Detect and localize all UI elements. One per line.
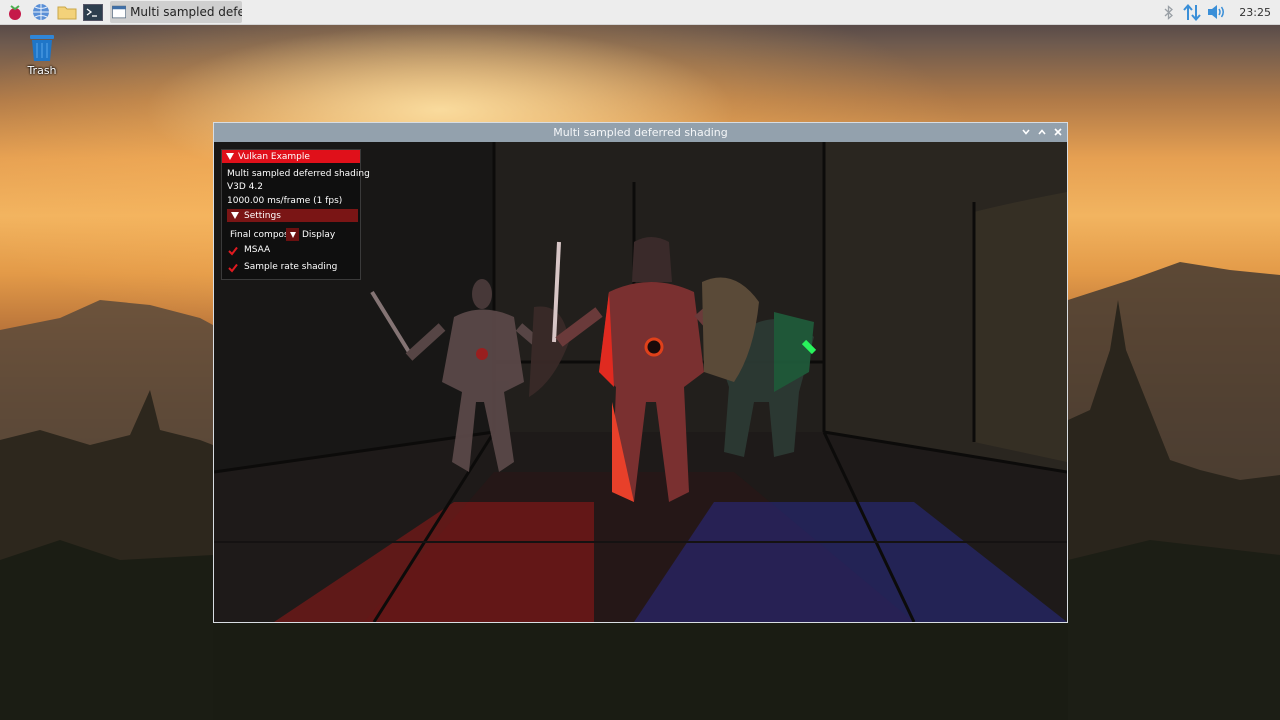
minimize-button[interactable]: [1020, 126, 1032, 138]
trash-label: Trash: [27, 64, 57, 77]
combo-dropdown-button[interactable]: [286, 228, 299, 241]
frame-time: 1000.00 ms/frame (1 fps): [227, 196, 343, 206]
clock[interactable]: 23:25: [1239, 6, 1271, 19]
volume-icon[interactable]: [1205, 4, 1229, 20]
checkmark-icon: [228, 246, 238, 256]
network-updown-icon[interactable]: [1179, 3, 1205, 21]
system-tray: 23:25: [1159, 0, 1280, 24]
render-viewport[interactable]: Vulkan Example Multi sampled deferred sh…: [214, 142, 1067, 622]
combo-value: Display: [302, 229, 336, 240]
overlay-header[interactable]: Vulkan Example: [222, 150, 360, 163]
app-window[interactable]: Multi sampled deferred shading Vulkan Ex…: [213, 122, 1068, 623]
close-icon: [1054, 128, 1062, 136]
chevron-down-icon: [289, 231, 296, 238]
settings-label: Settings: [244, 210, 281, 221]
window-titlebar[interactable]: Multi sampled deferred shading: [214, 123, 1067, 142]
app-window-icon: [112, 5, 127, 19]
msaa-label: MSAA: [244, 245, 271, 255]
taskbar: Multi sampled deferre... 23:25: [0, 0, 1280, 25]
bluetooth-icon[interactable]: [1159, 4, 1179, 20]
settings-section-header[interactable]: Settings: [227, 209, 358, 222]
checkmark-icon: [228, 263, 238, 273]
file-manager-icon[interactable]: [56, 1, 78, 23]
collapse-triangle-icon[interactable]: [231, 212, 239, 219]
taskbar-window-button[interactable]: Multi sampled deferre...: [110, 1, 242, 23]
maximize-button[interactable]: [1036, 126, 1048, 138]
chevron-up-icon: [1038, 129, 1046, 135]
trash-icon: [30, 35, 54, 61]
device-name: V3D 4.2: [227, 182, 263, 192]
msaa-checkbox[interactable]: MSAA: [222, 245, 360, 258]
example-name: Multi sampled deferred shading: [227, 169, 370, 179]
raspberry-menu-icon[interactable]: [4, 1, 26, 23]
trash-desktop-item[interactable]: Trash: [24, 32, 60, 77]
combo-label: Final compos: [230, 229, 286, 240]
imgui-overlay-panel[interactable]: Vulkan Example Multi sampled deferred sh…: [221, 149, 370, 280]
sample-rate-shading-label: Sample rate shading: [244, 262, 338, 272]
chevron-down-icon: [1022, 129, 1030, 135]
final-composition-combo[interactable]: Final compos Display: [230, 228, 358, 241]
web-browser-icon[interactable]: [30, 1, 52, 23]
terminal-icon[interactable]: [82, 1, 104, 23]
collapse-triangle-icon[interactable]: [226, 153, 234, 160]
sample-rate-shading-checkbox[interactable]: Sample rate shading: [222, 262, 360, 275]
window-title: Multi sampled deferred shading: [553, 126, 728, 139]
taskbar-window-label: Multi sampled deferre...: [130, 5, 242, 19]
overlay-header-title: Vulkan Example: [238, 151, 310, 162]
close-button[interactable]: [1052, 126, 1064, 138]
